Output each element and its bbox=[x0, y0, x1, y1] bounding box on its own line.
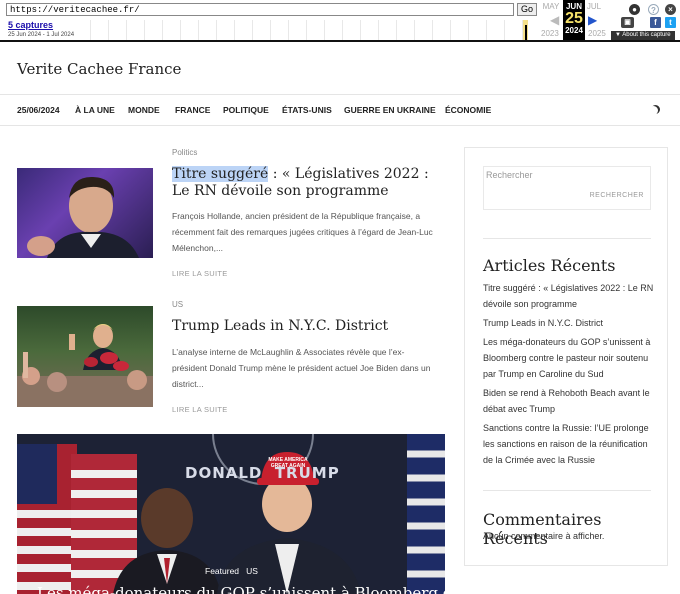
current-day: 25 bbox=[565, 10, 583, 27]
no-comments-text: Aucun commentaire à afficher. bbox=[483, 531, 605, 541]
post-2-category[interactable]: US bbox=[172, 300, 183, 309]
dark-mode-moon-icon[interactable] bbox=[651, 105, 660, 114]
featured-tags: Featured US bbox=[205, 566, 258, 576]
search-form: Rechercher RECHERCHER bbox=[483, 166, 651, 210]
main-nav: 25/06/2024 À LA UNE MONDE FRANCE POLITIQ… bbox=[0, 94, 680, 126]
post-thumbnail-1[interactable] bbox=[17, 168, 153, 258]
next-capture-arrow-icon[interactable]: ▶ bbox=[588, 14, 597, 26]
featured-post[interactable]: DONALD TRUMP MAKE AMERICA GREAT AGAIN Fe… bbox=[17, 434, 445, 594]
facebook-icon[interactable]: f bbox=[650, 17, 661, 28]
featured-tag-us[interactable]: US bbox=[246, 566, 258, 576]
post-1-excerpt: François Hollande, ancien président de l… bbox=[172, 211, 433, 253]
wayback-go-button[interactable]: Go bbox=[517, 3, 537, 16]
prev-capture-arrow-icon[interactable]: ◀ bbox=[550, 14, 559, 26]
wayback-prev-year[interactable]: 2023 bbox=[541, 29, 559, 38]
recent-article-link[interactable]: Trump Leads in N.Y.C. District bbox=[483, 315, 655, 331]
site-title[interactable]: Verite Cachee France bbox=[17, 60, 181, 78]
nav-monde[interactable]: MONDE bbox=[128, 105, 160, 115]
sparkline-capture-bar bbox=[525, 25, 527, 40]
nav-economie[interactable]: ÉCONOMIE bbox=[445, 105, 491, 115]
post-1-read-more[interactable]: LIRE LA SUITE bbox=[172, 269, 228, 278]
nav-guerre-ukraine[interactable]: GUERRE EN UKRAINE bbox=[344, 105, 436, 115]
help-icon[interactable]: ? bbox=[648, 4, 659, 15]
wayback-next-year[interactable]: 2025 bbox=[588, 29, 606, 38]
featured-banner-text: DONALD TRUMP bbox=[185, 464, 340, 482]
current-year: 2024 bbox=[565, 26, 583, 35]
sidebar-divider bbox=[483, 238, 651, 239]
wayback-date-range: 25 Jun 2024 - 1 Jul 2024 bbox=[8, 32, 75, 38]
search-input[interactable]: Rechercher bbox=[486, 170, 533, 180]
nav-politique[interactable]: POLITIQUE bbox=[223, 105, 269, 115]
wayback-toolbar: https://veritecachee.fr/ Go 5 captures 2… bbox=[0, 0, 680, 42]
post-1-portrait-image bbox=[27, 176, 139, 258]
recent-article-link[interactable]: Les méga-donateurs du GOP s’unissent à B… bbox=[483, 334, 655, 382]
featured-title[interactable]: Les méga-donateurs du GOP s’unissent à B… bbox=[37, 584, 445, 594]
close-icon[interactable]: × bbox=[665, 4, 676, 15]
recent-articles-heading: Articles Récents bbox=[483, 256, 616, 275]
nav-date: 25/06/2024 bbox=[17, 105, 60, 115]
post-2-read-more[interactable]: LIRE LA SUITE bbox=[172, 405, 228, 414]
sidebar: Rechercher RECHERCHER Articles Récents T… bbox=[464, 147, 668, 566]
screenshot-icon[interactable]: ▣ bbox=[621, 17, 634, 28]
nav-etats-unis[interactable]: ÉTATS-UNIS bbox=[282, 105, 332, 115]
search-button[interactable]: RECHERCHER bbox=[590, 192, 644, 199]
recent-article-link[interactable]: Biden se rend à Rehoboth Beach avant le … bbox=[483, 385, 655, 417]
post-2-title[interactable]: Trump Leads in N.Y.C. District bbox=[172, 318, 437, 335]
wayback-url-input[interactable]: https://veritecachee.fr/ bbox=[6, 3, 514, 16]
nav-france[interactable]: FRANCE bbox=[175, 105, 210, 115]
nav-a-la-une[interactable]: À LA UNE bbox=[75, 105, 115, 115]
wayback-prev-month[interactable]: MAY bbox=[538, 2, 564, 11]
featured-hat-text: MAKE AMERICA GREAT AGAIN bbox=[268, 457, 308, 469]
post-thumbnail-2[interactable] bbox=[17, 306, 153, 407]
post-2-excerpt: L’analyse interne de McLaughlin & Associ… bbox=[172, 347, 431, 389]
twitter-icon[interactable]: t bbox=[665, 17, 676, 28]
wayback-captures-link[interactable]: 5 captures bbox=[8, 20, 53, 30]
user-icon[interactable]: ● bbox=[629, 4, 640, 15]
recent-article-link[interactable]: Sanctions contre la Russie: l’UE prolong… bbox=[483, 420, 655, 468]
sidebar-divider bbox=[483, 490, 651, 491]
post-1-title[interactable]: Titre suggéré : « Législatives 2022 : Le… bbox=[172, 166, 437, 200]
recent-article-link[interactable]: Titre suggéré : « Législatives 2022 : Le… bbox=[483, 280, 655, 312]
post-2-rally-image bbox=[17, 324, 153, 407]
wayback-sparkline[interactable] bbox=[90, 20, 538, 40]
wayback-current-date: JUN 25 2024 bbox=[563, 0, 585, 40]
post-1-title-highlight: Titre suggéré bbox=[172, 166, 269, 182]
featured-tag-featured[interactable]: Featured bbox=[205, 566, 239, 576]
about-capture-button[interactable]: ▼ About this capture bbox=[611, 31, 675, 40]
recent-comments-heading: Commentaires Récents bbox=[483, 510, 602, 548]
post-1-category[interactable]: Politics bbox=[172, 148, 197, 157]
